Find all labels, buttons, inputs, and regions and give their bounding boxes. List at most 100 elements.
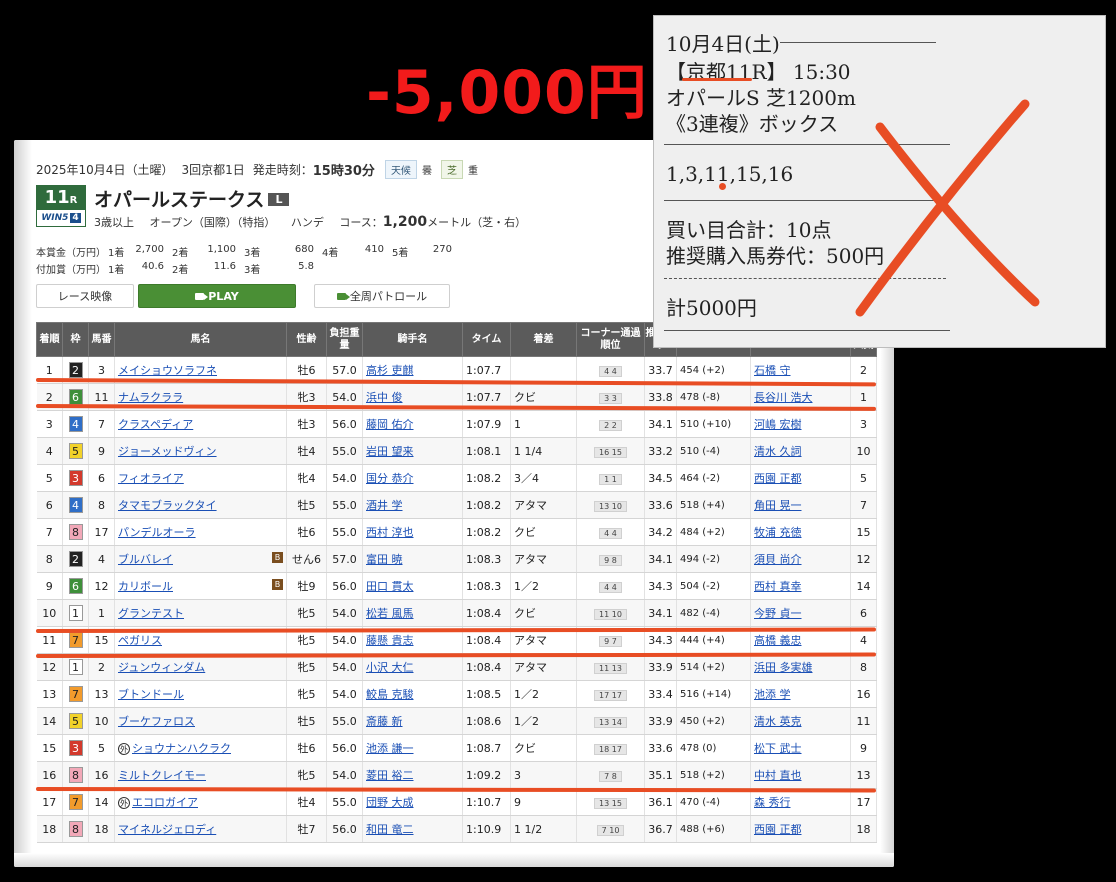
jockey-link[interactable]: 鮫島 克駿	[366, 688, 414, 701]
play-label: PLAY	[208, 289, 239, 303]
horse-name-link[interactable]: メイショウソラフネ	[118, 364, 217, 377]
prize-cell: 5.8	[298, 261, 314, 272]
race-video-button[interactable]: レース映像	[36, 284, 134, 308]
jockey-link[interactable]: 岩田 望来	[366, 445, 414, 458]
trainer-link[interactable]: 西村 真幸	[754, 580, 802, 593]
margin: クビ	[514, 607, 536, 620]
frame-number: 2	[68, 362, 83, 378]
margin: 1	[514, 417, 521, 431]
jockey-link[interactable]: 小沢 大仁	[366, 661, 414, 674]
horse-name-link[interactable]: ブトンドール	[118, 688, 184, 701]
finish-time: 1:10.9	[466, 822, 502, 836]
column-header: タイム	[462, 322, 511, 357]
horse-name-cell: メイショウソラフネ	[118, 364, 217, 377]
popularity: 11	[856, 714, 871, 728]
trainer-link[interactable]: 牧浦 充徳	[754, 526, 802, 539]
trainer-link[interactable]: 河嶋 宏樹	[754, 418, 802, 431]
horse-name-link[interactable]: ブーケファロス	[118, 715, 195, 728]
last-3f: 33.7	[648, 363, 673, 377]
jockey-link[interactable]: 高杉 吏麒	[366, 364, 414, 377]
frame-number: 5	[68, 713, 83, 729]
jockey-link[interactable]: 藤懸 貴志	[366, 634, 414, 647]
jockey-link[interactable]: 酒井 学	[366, 499, 403, 512]
trainer-link[interactable]: 清水 久詞	[754, 445, 802, 458]
jockey-link[interactable]: 浜中 俊	[366, 391, 403, 404]
trainer-link[interactable]: 森 秀行	[754, 796, 791, 809]
finish-position: 8	[45, 552, 53, 566]
jockey-link[interactable]: 池添 謙一	[366, 742, 414, 755]
horse-name-link[interactable]: クラスペディア	[118, 418, 193, 431]
horse-weight: 450 (+2)	[680, 715, 725, 727]
jockey-link[interactable]: 国分 恭介	[366, 472, 414, 485]
sex-age: 牝4	[297, 472, 316, 485]
finish-time: 1:08.4	[466, 633, 502, 647]
finish-time: 1:08.4	[466, 660, 502, 674]
table-body: 1 2 3 メイショウソラフネ 牡6 57.0 高杉 吏麒 1:07.7 4 4 33.7 454 …	[36, 356, 877, 843]
play-button[interactable]: PLAY	[138, 284, 296, 308]
trainer-link[interactable]: 清水 英克	[754, 715, 802, 728]
patrol-button[interactable]: 全周パトロール	[314, 284, 450, 308]
horse-name-link[interactable]: ブルバレイ	[118, 553, 173, 566]
horse-name-link[interactable]: エコロガイア	[132, 796, 198, 809]
popularity: 8	[860, 660, 867, 674]
margin: アタマ	[514, 634, 547, 647]
horse-weight: 464 (-2)	[680, 472, 721, 484]
horse-name-link[interactable]: カリボール	[118, 580, 173, 593]
trainer-link[interactable]: 須貝 尚介	[754, 553, 802, 566]
weight-carried: 56.0	[332, 417, 357, 431]
table-row: 7 8 17 パンデルオーラ 牡6 55.0 西村 淳也 1:08.2 クビ 4 4 34.2 484…	[36, 518, 877, 546]
corner-positions: 11 10	[594, 608, 627, 620]
horse-name-link[interactable]: パンデルオーラ	[118, 526, 196, 539]
sex-age: 牝5	[297, 634, 316, 647]
jockey-link[interactable]: 団野 大成	[366, 796, 414, 809]
table-row: 9 6 12 カリボール B 牡9 56.0 田口 貫太 1:08.3 1／2 4 4 34.3 504…	[36, 572, 877, 600]
trainer-link[interactable]: 高橋 義忠	[754, 634, 802, 647]
horse-weight: 478 (0)	[680, 742, 717, 754]
trainer-link[interactable]: 池添 学	[754, 688, 791, 701]
horse-name-link[interactable]: ペガリス	[118, 634, 162, 647]
horse-name-link[interactable]: ジュンウィンダム	[118, 661, 205, 674]
trainer-link[interactable]: 長谷川 浩大	[754, 391, 813, 404]
horse-name-cell: フィオライア	[118, 472, 184, 485]
horse-name-link[interactable]: ショウナンハクラク	[132, 742, 231, 755]
jockey-link[interactable]: 藤岡 佑介	[366, 418, 414, 431]
prize-cell	[350, 261, 392, 276]
trainer-link[interactable]: 今野 貞一	[754, 607, 802, 620]
horse-name-link[interactable]: フィオライア	[118, 472, 184, 485]
horse-number: 16	[94, 768, 109, 782]
foreign-mark-icon: 外	[118, 743, 130, 755]
trainer-link[interactable]: 浜田 多実雄	[754, 661, 813, 674]
trainer-link[interactable]: 角田 晃一	[754, 499, 802, 512]
popularity: 17	[856, 795, 871, 809]
horse-number: 14	[94, 795, 109, 809]
sex-age: 牝5	[297, 688, 316, 701]
finish-position: 15	[42, 741, 57, 755]
jockey-link[interactable]: 田口 貫太	[366, 580, 414, 593]
corner-positions: 4 4	[599, 527, 622, 539]
jockey-link[interactable]: 菱田 裕二	[366, 769, 414, 782]
horse-name-link[interactable]: グランテスト	[118, 607, 184, 620]
jockey-link[interactable]: 西村 淳也	[366, 526, 414, 539]
last-3f: 35.1	[648, 768, 673, 782]
horse-name-cell: ナムラクララ	[118, 391, 183, 404]
trainer-link[interactable]: 石橋 守	[754, 364, 791, 377]
trainer-link[interactable]: 西園 正都	[754, 472, 802, 485]
horse-name-link[interactable]: マイネルジェロディ	[118, 823, 216, 836]
horse-name-link[interactable]: ジョーメッドヴィン	[118, 445, 217, 458]
horse-name-link[interactable]: タマモブラックタイ	[118, 499, 217, 512]
finish-time: 1:09.2	[466, 768, 502, 782]
column-header: 負担重量	[326, 322, 363, 357]
prize-cell: 2着	[172, 265, 189, 276]
trainer-link[interactable]: 松下 武士	[754, 742, 802, 755]
jockey-link[interactable]: 和田 竜二	[366, 823, 414, 836]
trainer-link[interactable]: 西園 正都	[754, 823, 802, 836]
jockey-link[interactable]: 松若 風馬	[366, 607, 414, 620]
trainer-link[interactable]: 中村 直也	[754, 769, 802, 782]
jockey-link[interactable]: 斎藤 新	[366, 715, 403, 728]
table-row: 17 7 14 外エコロガイア 牡4 55.0 団野 大成 1:10.7 9 13 15 36.1 4…	[36, 788, 877, 816]
horse-name-link[interactable]: ナムラクララ	[118, 391, 183, 404]
jockey-link[interactable]: 富田 暁	[366, 553, 403, 566]
horse-name-link[interactable]: ミルトクレイモー	[118, 769, 206, 782]
last-3f: 34.5	[648, 471, 673, 485]
race-meta: 2025年10月4日（土曜） 3回京都1日 発走時刻： 15時30分 天候 曇 …	[36, 160, 481, 179]
